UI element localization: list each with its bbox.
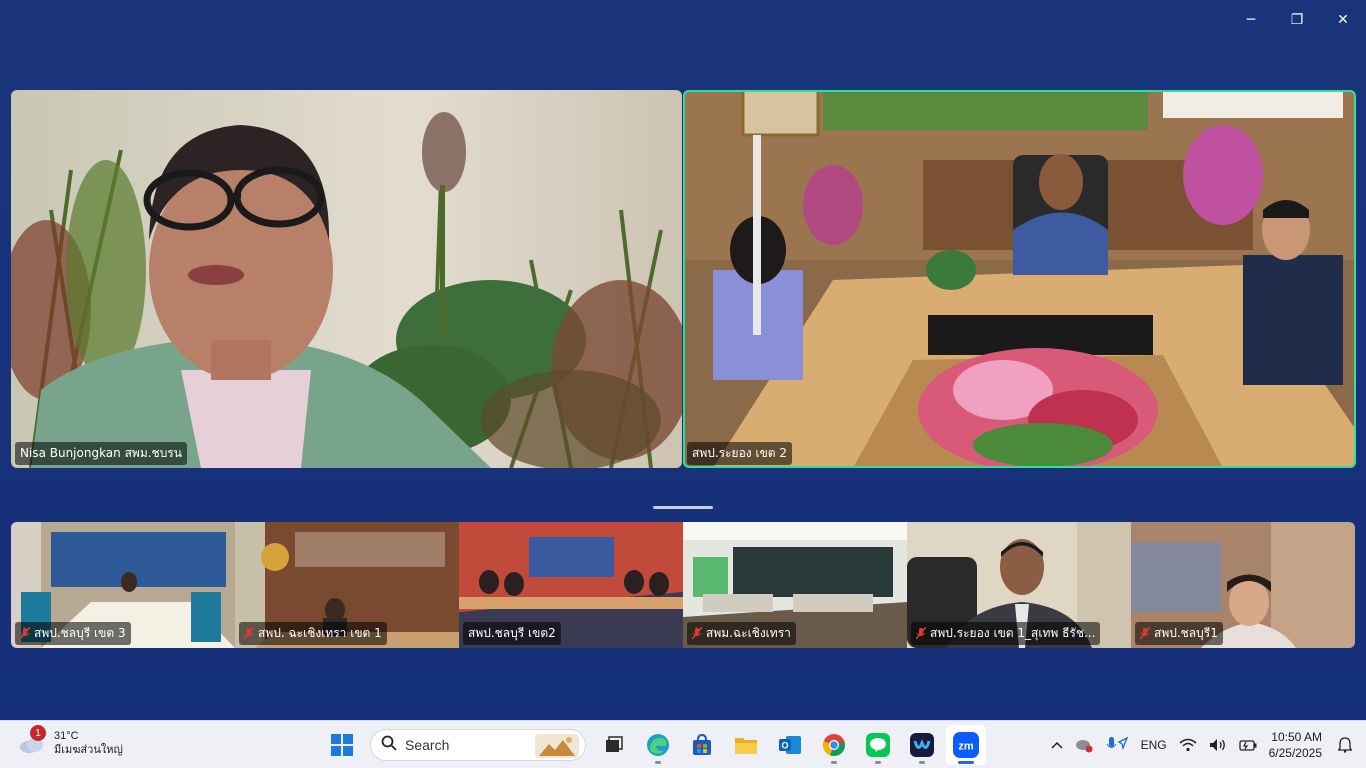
- weather-description: มีเมฆส่วนใหญ่: [54, 744, 123, 756]
- video-tile-speaker-2[interactable]: สพป.ระยอง เขต 2: [683, 90, 1356, 468]
- webex-icon[interactable]: [902, 725, 942, 765]
- mic-muted-icon: [1140, 627, 1150, 640]
- search-placeholder: Search: [405, 737, 450, 753]
- participant-name: สพป.ชลบุรี1: [1154, 626, 1218, 640]
- participant-name: สพป.ระยอง เขต 2: [692, 446, 788, 460]
- svg-text:zm: zm: [958, 741, 974, 753]
- restore-button[interactable]: ❐: [1274, 0, 1320, 40]
- window-controls: ─ ❐ ✕: [1228, 0, 1366, 40]
- video-tile-gallery-2[interactable]: สพป. ฉะเชิงเทรา เขต 1: [235, 522, 459, 648]
- video-feed: [683, 90, 1356, 468]
- volume-icon[interactable]: [1203, 738, 1233, 752]
- video-tile-gallery-5[interactable]: สพป.ระยอง เขต 1_สุเทพ ธีรัช...: [907, 522, 1131, 648]
- microphone-location-icon[interactable]: [1099, 736, 1135, 754]
- participant-name-label: สพป. ฉะเชิงเทรา เขต 1: [239, 622, 387, 645]
- video-tile-gallery-6[interactable]: สพป.ชลบุรี1: [1131, 522, 1355, 648]
- clock-date: 6/25/2025: [1268, 746, 1322, 760]
- participant-name-label: สพป.ระยอง เขต 1_สุเทพ ธีรัช...: [911, 622, 1101, 645]
- taskbar-apps: Search O zm: [322, 725, 986, 765]
- search-highlight-icon: [535, 734, 579, 763]
- participant-name-label: สพป.ระยอง เขต 2: [687, 442, 793, 465]
- video-feed: [11, 90, 682, 468]
- mic-muted-icon: [692, 627, 702, 640]
- outlook-icon[interactable]: O: [770, 725, 810, 765]
- participant-name-label: สพป.ชลบุรี เขต2: [463, 622, 561, 645]
- participant-name: Nisa Bunjongkan สพม.ชบรน: [20, 446, 182, 460]
- svg-text:O: O: [781, 741, 788, 751]
- participant-name: สพป.ชลบุรี เขต2: [468, 626, 556, 640]
- windows-taskbar: 1 31°C มีเมฆส่วนใหญ่ Search O zm ENG 10:…: [0, 720, 1366, 768]
- task-view-icon[interactable]: [594, 725, 634, 765]
- edge-icon[interactable]: [638, 725, 678, 765]
- mic-muted-icon: [20, 627, 30, 640]
- close-button[interactable]: ✕: [1320, 0, 1366, 40]
- cloud-icon: 1: [16, 725, 48, 759]
- taskbar-clock[interactable]: 10:50 AM 6/25/2025: [1263, 729, 1332, 761]
- video-tile-speaker-1[interactable]: Nisa Bunjongkan สพม.ชบรน: [11, 90, 682, 468]
- mic-muted-icon: [916, 627, 926, 640]
- participant-name-label: Nisa Bunjongkan สพม.ชบรน: [15, 442, 187, 465]
- search-icon: [381, 735, 397, 756]
- store-icon[interactable]: [682, 725, 722, 765]
- windows-start-icon[interactable]: [322, 725, 362, 765]
- battery-icon[interactable]: [1233, 739, 1263, 751]
- chrome-icon[interactable]: [814, 725, 854, 765]
- participant-name-label: สพป.ชลบุรี เขต 3: [15, 622, 131, 645]
- minimize-button[interactable]: ─: [1228, 0, 1274, 40]
- system-tray: ENG 10:50 AM 6/25/2025: [1045, 721, 1366, 768]
- antivirus-icon[interactable]: [1069, 737, 1099, 753]
- participant-name-label: สพม.ฉะเชิงเทรา: [687, 622, 796, 645]
- participant-name: สพป. ฉะเชิงเทรา เขต 1: [258, 626, 382, 640]
- video-tile-gallery-3[interactable]: สพป.ชลบุรี เขต2: [459, 522, 683, 648]
- weather-temperature: 31°C: [54, 730, 79, 742]
- taskbar-search-box[interactable]: Search: [370, 729, 586, 761]
- participant-name: สพม.ฉะเชิงเทรา: [706, 626, 791, 640]
- language-indicator[interactable]: ENG: [1135, 738, 1173, 752]
- notification-bell-icon[interactable]: [1332, 737, 1366, 753]
- video-tile-gallery-1[interactable]: สพป.ชลบุรี เขต 3: [11, 522, 235, 648]
- participant-name-label: สพป.ชลบุรี1: [1135, 622, 1223, 645]
- wifi-icon[interactable]: [1173, 738, 1203, 752]
- participant-name: สพป.ระยอง เขต 1_สุเทพ ธีรัช...: [930, 626, 1096, 640]
- participant-name: สพป.ชลบุรี เขต 3: [34, 626, 126, 640]
- line-icon[interactable]: [858, 725, 898, 765]
- zoom-icon[interactable]: zm: [946, 725, 986, 765]
- notification-badge: 1: [30, 725, 46, 741]
- resize-handle[interactable]: [653, 506, 713, 509]
- chevron-up-icon[interactable]: [1045, 741, 1069, 749]
- weather-widget[interactable]: 1 31°C มีเมฆส่วนใหญ่: [16, 725, 123, 759]
- clock-time: 10:50 AM: [1271, 730, 1322, 744]
- video-tile-gallery-4[interactable]: สพม.ฉะเชิงเทรา: [683, 522, 907, 648]
- mic-muted-icon: [244, 627, 254, 640]
- zoom-meeting-window: ─ ❐ ✕ Nisa Bunjongkan สพม.ชบรน สพป.ระยอง…: [0, 0, 1366, 720]
- file-explorer-icon[interactable]: [726, 725, 766, 765]
